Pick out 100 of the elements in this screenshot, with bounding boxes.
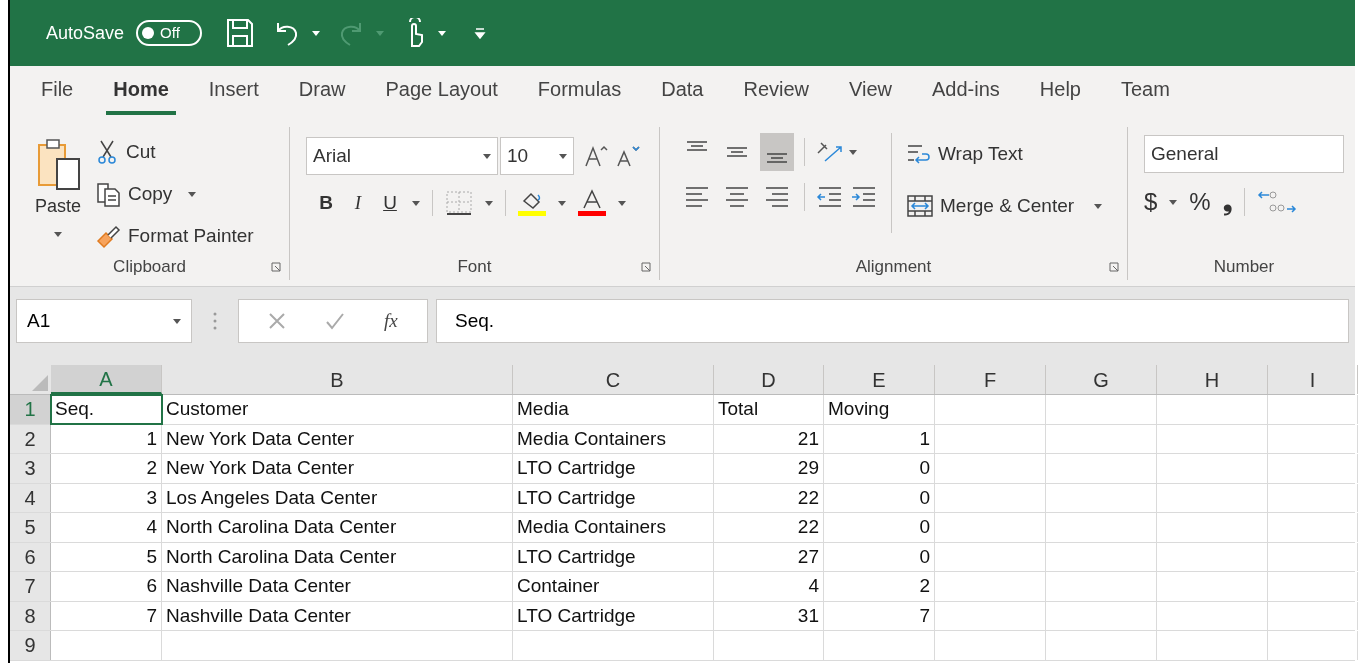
format-painter-button[interactable]: Format Painter — [96, 219, 254, 253]
table-cell[interactable]: Container — [513, 572, 714, 601]
cut-button[interactable]: Cut — [96, 135, 254, 169]
table-cell[interactable]: 31 — [714, 601, 824, 630]
font-size-dropdown[interactable]: 10 — [500, 137, 574, 175]
font-color-icon[interactable] — [578, 189, 606, 218]
ribbon-tab[interactable]: Add-ins — [925, 74, 1007, 115]
dropdown-caret-icon[interactable] — [412, 200, 420, 206]
bold-button[interactable]: B — [316, 189, 336, 218]
table-cell[interactable]: Nashville Data Center — [162, 572, 513, 601]
dropdown-caret-icon[interactable] — [483, 153, 491, 159]
table-cell[interactable]: 1 — [51, 424, 162, 453]
number-format-dropdown[interactable]: General — [1144, 135, 1344, 173]
text-orientation-icon[interactable] — [815, 139, 843, 165]
row-header[interactable]: 3 — [10, 454, 51, 483]
table-cell[interactable]: 4 — [714, 572, 824, 601]
table-cell[interactable]: 3 — [51, 483, 162, 512]
table-cell[interactable]: New York Data Center — [162, 454, 513, 483]
name-box[interactable]: A1 — [16, 299, 192, 343]
table-cell[interactable]: 22 — [714, 513, 824, 542]
table-cell[interactable]: 27 — [714, 542, 824, 571]
grow-font-icon[interactable] — [584, 144, 610, 168]
table-cell[interactable]: 21 — [714, 424, 824, 453]
column-header[interactable]: G — [1046, 365, 1157, 394]
wrap-text-button[interactable]: Wrap Text — [906, 137, 1103, 171]
dropdown-caret-icon[interactable] — [312, 30, 321, 36]
table-cell[interactable]: New York Data Center — [162, 424, 513, 453]
table-cell[interactable]: 4 — [51, 513, 162, 542]
dropdown-caret-icon[interactable] — [438, 30, 447, 36]
table-cell[interactable]: Los Angeles Data Center — [162, 483, 513, 512]
shrink-font-icon[interactable] — [616, 144, 642, 168]
row-header[interactable]: 5 — [10, 513, 51, 542]
table-cell[interactable]: 5 — [51, 542, 162, 571]
check-icon[interactable] — [325, 312, 346, 330]
table-cell[interactable]: 7 — [824, 601, 935, 630]
table-cell[interactable]: Customer — [162, 395, 513, 424]
row-header[interactable]: 4 — [10, 483, 51, 512]
table-cell[interactable]: North Carolina Data Center — [162, 542, 513, 571]
table-cell[interactable]: 0 — [824, 542, 935, 571]
table-cell[interactable]: Total — [714, 395, 824, 424]
dropdown-caret-icon[interactable] — [485, 200, 493, 206]
table-cell[interactable]: 22 — [714, 483, 824, 512]
dropdown-caret-icon[interactable] — [558, 200, 566, 206]
ribbon-tab[interactable]: Help — [1032, 74, 1088, 115]
ribbon-tab[interactable]: Page Layout — [378, 74, 505, 115]
vertical-align-button[interactable] — [760, 133, 794, 171]
copy-button[interactable]: Copy — [96, 177, 254, 211]
dropdown-caret-icon[interactable] — [188, 191, 197, 197]
row-header[interactable]: 2 — [10, 424, 51, 453]
ribbon-tab[interactable]: Review — [736, 74, 817, 115]
dialog-launcher-icon[interactable] — [1109, 262, 1119, 272]
ribbon-tab[interactable]: Team — [1114, 74, 1177, 115]
italic-button[interactable]: I — [348, 189, 368, 218]
table-cell[interactable]: Moving — [824, 395, 935, 424]
table-cell[interactable]: LTO Cartridge — [513, 483, 714, 512]
comma-style-button[interactable]: ❟ — [1222, 190, 1232, 214]
table-cell[interactable]: LTO Cartridge — [513, 542, 714, 571]
table-cell[interactable]: LTO Cartridge — [513, 454, 714, 483]
merge-center-button[interactable]: Merge & Center — [906, 189, 1103, 223]
column-header[interactable]: I — [1268, 365, 1358, 394]
column-header[interactable]: F — [935, 365, 1046, 394]
ribbon-tab[interactable]: Formulas — [530, 74, 629, 115]
column-header[interactable]: D — [714, 365, 824, 394]
autosave-toggle[interactable]: Off — [136, 20, 203, 46]
ribbon-tab[interactable]: Data — [654, 74, 711, 115]
table-cell[interactable]: 2 — [51, 454, 162, 483]
row-header[interactable]: 1 — [10, 395, 51, 424]
borders-icon[interactable] — [445, 190, 473, 217]
ribbon-tab[interactable]: View — [842, 74, 900, 115]
customize-toolbar-icon[interactable] — [474, 27, 487, 39]
ribbon-tab[interactable]: Home — [106, 74, 176, 115]
table-cell[interactable]: 1 — [824, 424, 935, 453]
insert-function-button[interactable]: fx — [383, 306, 398, 336]
table-cell[interactable]: Media — [513, 395, 714, 424]
dropdown-caret-icon[interactable] — [849, 149, 857, 155]
paste-button[interactable]: Paste — [30, 133, 86, 254]
column-header[interactable]: B — [162, 365, 513, 394]
decrease-indent-icon[interactable] — [815, 184, 843, 210]
dropdown-caret-icon[interactable] — [1169, 199, 1178, 205]
percent-button[interactable]: % — [1189, 190, 1211, 214]
column-header[interactable]: C — [513, 365, 714, 394]
dialog-launcher-icon[interactable] — [271, 262, 281, 272]
table-cell[interactable]: Media Containers — [513, 513, 714, 542]
formula-input[interactable]: Seq. — [436, 299, 1349, 343]
table-cell[interactable]: 0 — [824, 513, 935, 542]
font-name-dropdown[interactable]: Arial — [306, 137, 498, 175]
row-header[interactable]: 9 — [10, 631, 51, 660]
table-cell[interactable]: LTO Cartridge — [513, 601, 714, 630]
increase-indent-icon[interactable] — [849, 184, 877, 210]
dialog-launcher-icon[interactable] — [641, 262, 651, 272]
column-header[interactable]: A — [51, 365, 162, 394]
table-cell[interactable]: 29 — [714, 454, 824, 483]
dropdown-caret-icon[interactable] — [1094, 203, 1103, 209]
ribbon-tab[interactable]: File — [34, 74, 81, 115]
underline-button[interactable]: U — [380, 189, 400, 218]
save-icon[interactable] — [226, 18, 255, 48]
table-cell[interactable]: Seq. — [51, 395, 162, 424]
table-cell[interactable]: North Carolina Data Center — [162, 513, 513, 542]
table-cell[interactable]: Nashville Data Center — [162, 601, 513, 630]
table-cell[interactable]: 0 — [824, 454, 935, 483]
